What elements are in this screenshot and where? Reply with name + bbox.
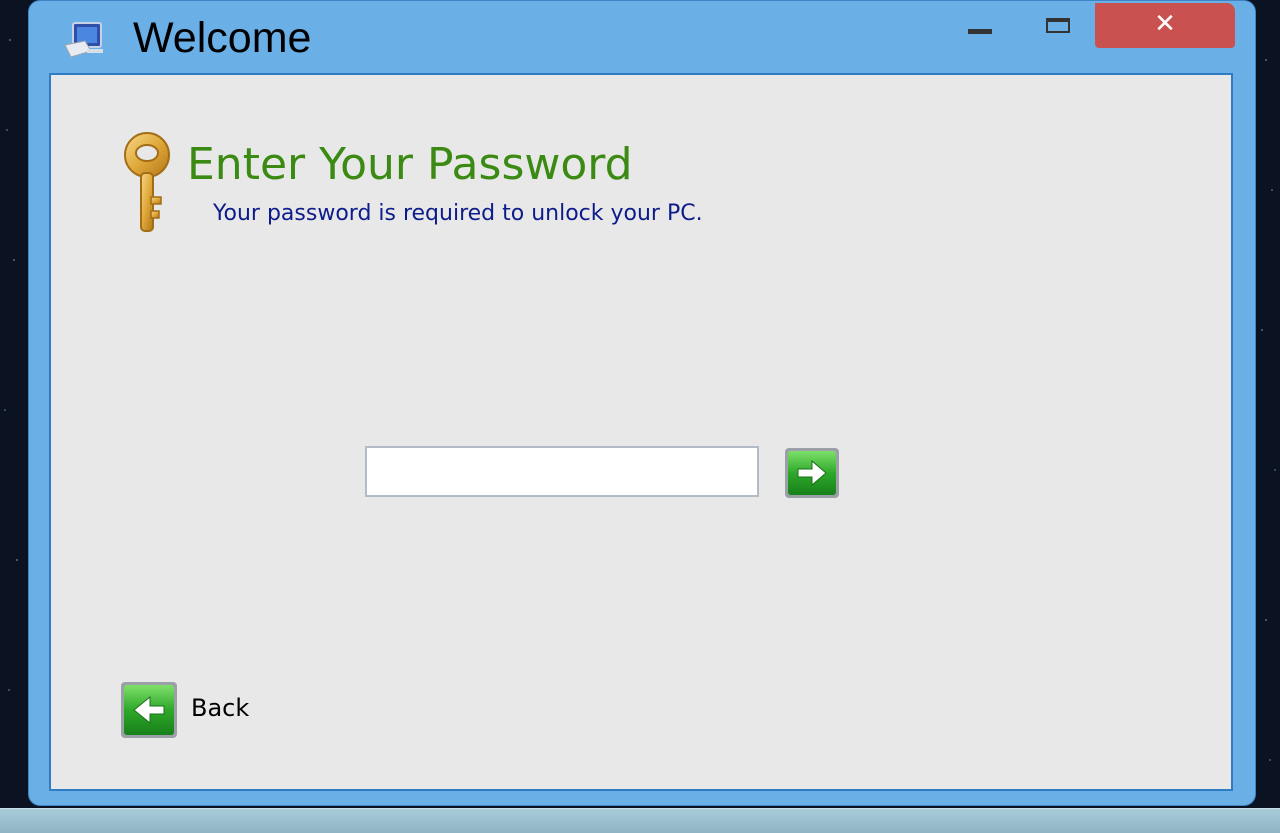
arrow-left-icon xyxy=(121,682,177,738)
close-icon: ✕ xyxy=(1154,8,1176,39)
page-subtitle: Your password is required to unlock your… xyxy=(213,201,703,226)
page-title: Enter Your Password xyxy=(187,139,633,190)
back-label[interactable]: Back xyxy=(191,692,249,724)
minimize-icon xyxy=(968,28,992,34)
welcome-window: Welcome ✕ Enter Your Password Your passw… xyxy=(28,0,1256,806)
taskbar xyxy=(0,808,1280,833)
close-button[interactable]: ✕ xyxy=(1095,3,1235,48)
password-input[interactable] xyxy=(365,446,759,497)
minimize-button[interactable] xyxy=(955,5,1005,49)
key-icon xyxy=(121,131,177,235)
submit-button[interactable] xyxy=(784,447,840,499)
computer-icon xyxy=(63,21,107,61)
title-bar[interactable]: Welcome ✕ xyxy=(29,1,1255,73)
maximize-icon xyxy=(1046,17,1070,33)
window-title: Welcome xyxy=(133,14,312,62)
arrow-right-icon xyxy=(785,448,839,498)
password-panel: Enter Your Password Your password is req… xyxy=(49,73,1233,791)
back-button[interactable] xyxy=(120,681,178,739)
maximize-button[interactable] xyxy=(1033,5,1083,49)
